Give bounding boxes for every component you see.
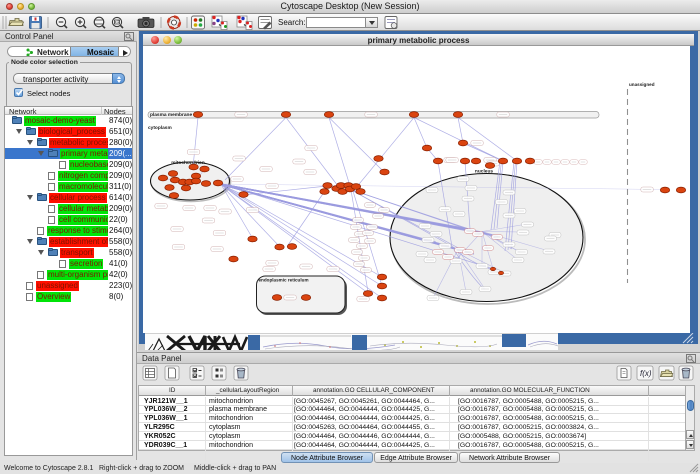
svg-text:unassigned: unassigned — [629, 82, 655, 87]
svg-text:mitochondrion: mitochondrion — [171, 160, 205, 166]
svg-text:cytoplasm: cytoplasm — [148, 125, 172, 131]
svg-text:endoplasmic reticulum: endoplasmic reticulum — [259, 278, 309, 283]
svg-text:f(x): f(x) — [640, 369, 652, 378]
svg-text:plasma membrane: plasma membrane — [150, 112, 192, 118]
svg-text:nucleus: nucleus — [475, 169, 493, 175]
